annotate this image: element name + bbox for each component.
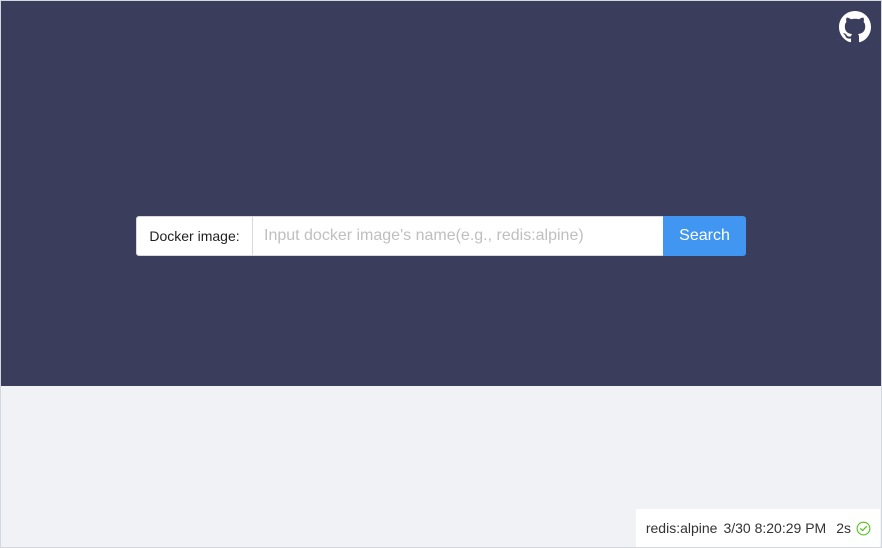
app-page: Docker image: Search redis:alpine 3/30 8… xyxy=(0,0,882,548)
search-button[interactable]: Search xyxy=(663,216,746,256)
check-circle-icon xyxy=(856,521,871,536)
github-icon xyxy=(839,11,871,43)
docker-image-label: Docker image: xyxy=(136,216,253,256)
search-bar: Docker image: Search xyxy=(136,216,746,256)
history-item[interactable]: redis:alpine 3/30 8:20:29 PM 2s xyxy=(635,509,880,547)
docker-image-input[interactable] xyxy=(253,216,663,256)
history-image-name: redis:alpine xyxy=(645,520,718,536)
github-link[interactable] xyxy=(839,11,871,43)
hero-banner: Docker image: Search xyxy=(1,1,881,386)
history-timestamp: 3/30 8:20:29 PM xyxy=(723,520,827,536)
history-duration: 2s xyxy=(836,520,851,536)
